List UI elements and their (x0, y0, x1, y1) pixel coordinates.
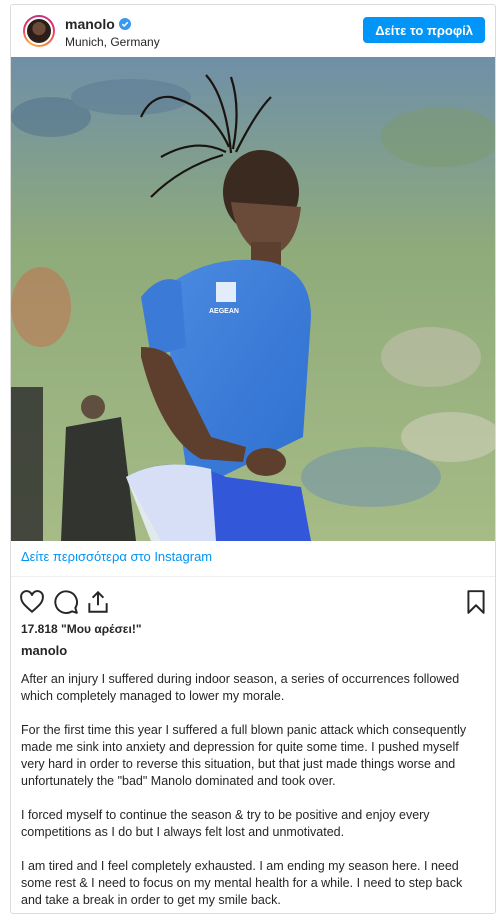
share-icon[interactable] (85, 589, 111, 615)
shirt-logo-text: AEGEAN (209, 308, 239, 315)
post-header: manolo Munich, Germany Δείτε το προφίλ (11, 5, 495, 57)
location[interactable]: Munich, Germany (65, 35, 160, 49)
caption-paragraph: I forced myself to continue the season &… (21, 808, 430, 839)
likes-count[interactable]: 17.818 "Μου αρέσει!" (21, 622, 142, 636)
caption-paragraph: After an injury I suffered during indoor… (21, 672, 460, 703)
caption-paragraph: I am tired and I feel completely exhaust… (21, 859, 463, 907)
comment-icon[interactable] (53, 589, 79, 615)
caption-username[interactable]: manolo (21, 643, 67, 658)
verified-badge-icon (118, 18, 131, 30)
action-bar (11, 583, 495, 623)
user-block: manolo Munich, Germany (65, 16, 160, 49)
username[interactable]: manolo (65, 16, 115, 32)
avatar[interactable] (23, 15, 55, 47)
heart-icon[interactable] (19, 589, 45, 615)
caption-paragraph: For the first time this year I suffered … (21, 723, 467, 788)
caption-text: After an injury I suffered during indoor… (21, 671, 483, 913)
view-profile-button[interactable]: Δείτε το προφίλ (363, 17, 485, 43)
post-photo[interactable]: AEGEAN (11, 57, 495, 541)
bookmark-icon[interactable] (463, 589, 489, 615)
see-more-on-instagram-link[interactable]: Δείτε περισσότερα στο Instagram (21, 549, 212, 564)
instagram-embed-card: manolo Munich, Germany Δείτε το προφίλ A… (10, 4, 496, 914)
divider (11, 576, 495, 577)
